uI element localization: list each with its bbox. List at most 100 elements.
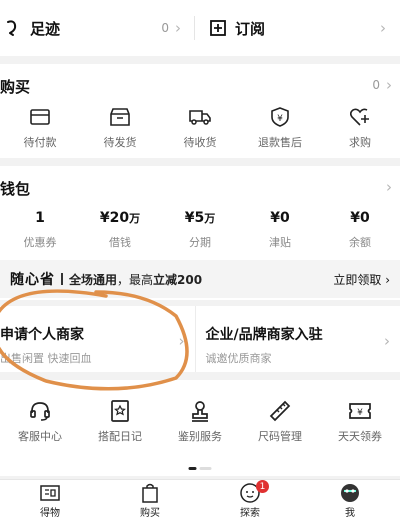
service-label: 搭配日记 (98, 430, 142, 443)
tab-dewu[interactable]: 得物 (0, 480, 100, 519)
wallet-label: 借钱 (109, 236, 131, 249)
order-pending-shipment[interactable]: 待发货 (80, 106, 160, 150)
wallet-installment[interactable]: ¥5万 分期 (160, 210, 240, 250)
service-label: 客服中心 (18, 430, 62, 443)
plus-box-icon (209, 19, 227, 37)
tab-buy[interactable]: 购买 (100, 480, 200, 519)
promo-text: 全场通用，最高立减200 (69, 271, 333, 288)
chevron-right-icon: › (175, 19, 181, 37)
chevron-right-icon: › (385, 272, 390, 287)
promo-text-bold: 全场通用 (69, 272, 118, 287)
order-refund[interactable]: ¥ 退款售后 (240, 106, 320, 150)
ruler-icon (269, 400, 291, 422)
promo-banner[interactable]: 随心省 全场通用，最高立减200 立即领取 › (0, 260, 400, 298)
shield-yen-icon: ¥ (269, 106, 291, 128)
tab-me[interactable]: 我 (300, 480, 400, 519)
headset-icon (29, 400, 51, 422)
chevron-right-icon: › (178, 332, 185, 350)
tab-label: 探索 (240, 508, 260, 519)
svg-text:¥: ¥ (277, 114, 283, 124)
footprints-entry[interactable]: 足迹 0 › (0, 0, 195, 56)
service-label: 鉴别服务 (178, 430, 222, 443)
business-merchant-entry[interactable]: 企业/品牌商家入驻 诚邀优质商家 › (196, 306, 400, 372)
promo-text-bold: 立减200 (153, 272, 203, 287)
wallet-loan[interactable]: ¥20万 借钱 (80, 210, 160, 250)
wallet-unit: 万 (204, 212, 216, 225)
heart-plus-icon (349, 106, 371, 128)
personal-merchant-entry[interactable]: 申请个人商家 出售闲置 快速回血 › (0, 306, 196, 372)
service-daily-coupons[interactable]: ¥ 天天领券 (320, 400, 400, 444)
order-item-label: 待付款 (23, 136, 57, 149)
orders-count: 0 (372, 78, 380, 92)
orders-title: 购买 (0, 78, 31, 96)
wallet-title: 钱包 (0, 180, 31, 198)
wallet-value: ¥0 (350, 210, 370, 226)
order-item-label: 待发货 (103, 136, 137, 149)
wallet-label: 津贴 (269, 236, 291, 249)
subscriptions-label: 订阅 (235, 19, 266, 38)
service-size-management[interactable]: 尺码管理 (240, 400, 320, 444)
service-customer-center[interactable]: 客服中心 (0, 400, 80, 444)
service-outfit-diary[interactable]: 搭配日记 (80, 400, 160, 444)
wallet-allowance[interactable]: ¥0 津贴 (240, 210, 320, 250)
wallet-card-icon (29, 106, 51, 128)
wallet-link[interactable]: › (386, 178, 392, 196)
footprint-icon (4, 19, 22, 37)
svg-text:¥: ¥ (357, 408, 363, 418)
service-label: 尺码管理 (258, 430, 302, 443)
tab-label: 得物 (40, 508, 60, 519)
coupon-icon: ¥ (349, 400, 371, 422)
wallet-unit: 万 (129, 212, 141, 225)
chevron-right-icon: › (386, 178, 392, 196)
orders-all-link[interactable]: 0 › (372, 76, 392, 94)
divider (61, 273, 63, 285)
personal-merchant-subtitle: 出售闲置 快速回血 (0, 352, 92, 365)
subscriptions-entry[interactable]: 订阅 › (195, 0, 400, 56)
order-item-label: 待收货 (183, 136, 217, 149)
chevron-right-icon: › (386, 76, 392, 94)
wallet-balance[interactable]: ¥0 余额 (320, 210, 400, 250)
shopping-bag-icon (139, 482, 161, 504)
stamp-icon (189, 400, 211, 422)
wallet-label: 分期 (189, 236, 211, 249)
wallet-value: ¥5 (184, 210, 205, 226)
tab-label: 购买 (140, 508, 160, 519)
package-box-icon (109, 106, 131, 128)
wallet-value: ¥0 (270, 210, 290, 226)
promo-brand: 随心省 (10, 272, 55, 288)
order-item-label: 求购 (349, 136, 371, 149)
order-pending-payment[interactable]: 待付款 (0, 106, 80, 150)
truck-icon (189, 106, 211, 128)
order-wanted[interactable]: 求购 (320, 106, 400, 150)
business-merchant-subtitle: 诚邀优质商家 (205, 352, 272, 365)
page-indicator (188, 467, 212, 470)
wallet-label: 余额 (349, 236, 371, 249)
wallet-coupons[interactable]: 1 优惠券 (0, 210, 80, 250)
footprints-count: 0 (161, 21, 169, 35)
promo-cta-label: 立即领取 (333, 272, 382, 287)
order-pending-receipt[interactable]: 待收货 (160, 106, 240, 150)
chevron-right-icon: › (380, 19, 386, 37)
avatar-icon (339, 482, 361, 504)
bottom-tab-bar: 得物 购买 1 探索 我 (0, 479, 400, 519)
notification-badge: 1 (256, 480, 269, 493)
tab-label: 我 (345, 508, 355, 519)
page-dot (199, 467, 212, 470)
service-label: 天天领券 (338, 430, 382, 443)
tab-explore[interactable]: 1 探索 (200, 480, 300, 519)
page-dot-active (188, 467, 197, 470)
dewu-logo-icon (39, 482, 61, 504)
wallet-card: 钱包 › 1 优惠券 ¥20万 借钱 ¥5万 分期 ¥0 津贴 ¥0 余额 随心… (0, 166, 400, 300)
services-card: 客服中心 搭配日记 鉴别服务 尺码管理 ¥ 天天领券 (0, 380, 400, 476)
promo-claim-button[interactable]: 立即领取 › (333, 271, 390, 288)
order-item-label: 退款售后 (258, 136, 302, 149)
merchant-card: 申请个人商家 出售闲置 快速回血 › 企业/品牌商家入驻 诚邀优质商家 › (0, 306, 400, 372)
top-shortcuts: 足迹 0 › 订阅 › (0, 0, 400, 56)
orders-card: 购买 0 › 待付款 待发货 待收货 ¥ 退款售后 求购 (0, 64, 400, 158)
footprints-label: 足迹 (30, 19, 61, 38)
service-authentication[interactable]: 鉴别服务 (160, 400, 240, 444)
chevron-right-icon: › (384, 332, 390, 350)
promo-text-rest: ，最高 (117, 272, 154, 287)
business-merchant-title: 企业/品牌商家入驻 (205, 327, 323, 343)
wallet-value: ¥20 (99, 210, 130, 226)
